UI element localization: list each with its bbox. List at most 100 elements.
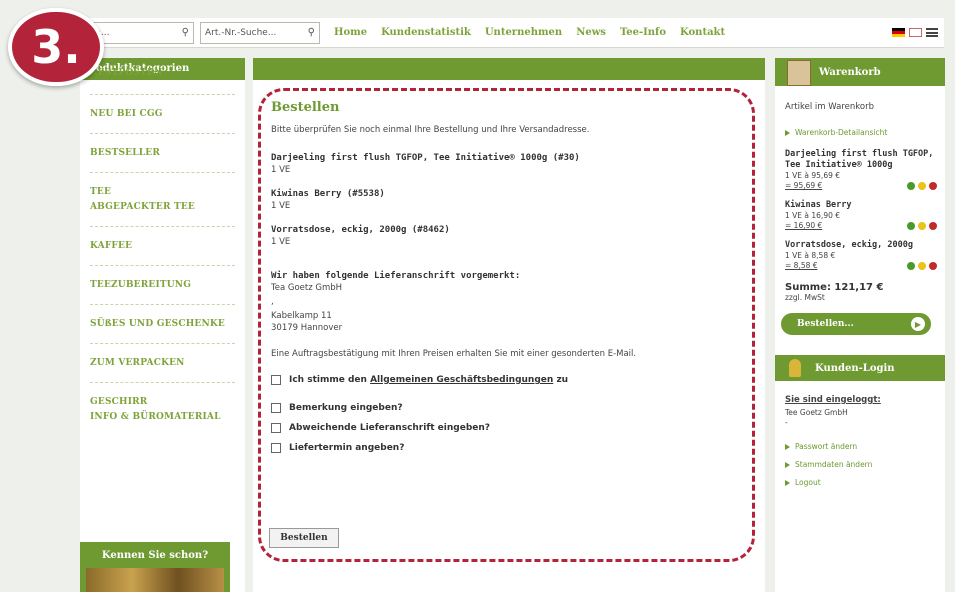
sidebar-item-new[interactable]: NEU BEI CGG [80,109,245,119]
article-search-input[interactable]: Art.-Nr.-Suche... ⚲ [200,21,320,44]
language-switcher [892,28,944,37]
agb-row: Ich stimme den Allgemeinen Geschäftsbedi… [271,375,741,385]
remark-checkbox[interactable] [271,403,281,413]
sidebar-item-packaged-tea[interactable]: ABGEPACKTER TEE [80,202,245,212]
cart-header: Warenkorb [775,58,945,86]
article-search-value: Art.-Nr.-Suche... [205,27,277,38]
cart-subtitle: Artikel im Warenkorb [785,102,874,112]
cart-item: Darjeeling first flush TGFOP, Tee Initia… [775,149,945,190]
alt-address-checkbox[interactable] [271,423,281,433]
remove-icon[interactable] [929,181,937,190]
main-header-bar [253,58,765,80]
increase-icon[interactable] [907,181,915,190]
divider [90,94,235,95]
change-master-data-link[interactable]: Stammdaten ändern [775,460,945,469]
step-badge: 3. [8,8,104,86]
cart-details-label: Warenkorb-Detailansicht [795,128,888,137]
promo-box[interactable]: Kennen Sie schon? [80,542,230,592]
order-item-name: Darjeeling first flush TGFOP, Tee Initia… [271,153,580,163]
nav-company[interactable]: Unternehmen [485,27,562,38]
divider [90,304,235,305]
sidebar-item-sweets-gifts[interactable]: SÜßES UND GESCHENKE [80,319,245,329]
confirmation-note: Eine Auftragsbestätigung mit Ihren Preis… [271,349,637,359]
address-heading: Wir haben folgende Lieferanschrift vorge… [271,271,521,281]
delivery-date-checkbox[interactable] [271,443,281,453]
submit-order-button[interactable]: Bestellen [269,528,339,548]
sidebar-item-preparation[interactable]: TEEZUBEREITUNG [80,280,245,290]
cart-item-row: = 95,69 € [775,181,945,190]
sidebar-item-coffee[interactable]: KAFFEE [80,241,245,251]
nav-customer-stats[interactable]: Kundenstatistik [381,27,471,38]
main-nav: Home Kundenstatistik Unternehmen News Te… [334,27,725,38]
german-flag-icon[interactable] [892,28,905,37]
sidebar-item-tableware[interactable]: GESCHIRR [80,397,245,407]
uk-flag-icon[interactable] [909,28,922,37]
sidebar-item-tea[interactable]: TEE [80,187,245,197]
cart-title: Warenkorb [819,66,881,78]
search-icon[interactable]: ⚲ [182,27,189,38]
login-header: Kunden-Login [775,355,945,381]
cart-item: Kiwinas Berry 1 VE à 16,90 € = 16,90 € [775,200,945,230]
nav-news[interactable]: News [576,27,606,38]
increase-icon[interactable] [907,261,915,270]
nav-contact[interactable]: Kontakt [680,27,725,38]
cart-order-label: Bestellen... [797,319,854,329]
search-icon[interactable]: ⚲ [308,27,315,38]
delivery-date-label: Liefertermin angeben? [289,443,405,453]
agb-checkbox[interactable] [271,375,281,385]
arrow-right-icon [785,443,790,450]
category-sidebar: oduktkategorien RESTPOSTEN NEU BEI CGG B… [80,58,245,592]
address-line: Kabelkamp 11 [271,311,332,321]
agb-text-post: zu [556,375,569,385]
promo-title: Kennen Sie schon? [101,550,209,561]
top-bar: chen... ⚲ Art.-Nr.-Suche... ⚲ Home Kunde… [74,18,944,48]
sidebar-item-bestseller[interactable]: BESTSELLER [80,148,245,158]
sidebar-item-office-supplies[interactable]: INFO & BÜROMATERIAL [80,412,245,422]
address-block: Wir haben folgende Lieferanschrift vorge… [271,271,741,333]
arrow-right-icon [785,129,790,136]
remark-label: Bemerkung eingeben? [289,403,403,413]
remove-icon[interactable] [929,261,937,270]
item-actions [907,261,937,270]
cart-details-link[interactable]: Warenkorb-Detailansicht [775,128,945,137]
edit-icon[interactable] [918,181,926,190]
login-user: Tee Goetz GmbH [785,408,848,417]
option-row: Abweichende Lieferanschrift eingeben? [271,423,741,433]
divider [90,382,235,383]
sidebar-item-packaging[interactable]: ZUM VERPACKEN [80,358,245,368]
agb-link[interactable]: Allgemeinen Geschäftsbedingungen [370,375,553,385]
cart-item-total: = 8,58 € [785,261,818,270]
page: 3. chen... ⚲ Art.-Nr.-Suche... ⚲ Home Ku… [0,0,955,592]
remove-icon[interactable] [929,221,937,230]
cart-item-unit: 1 VE à 95,69 € [785,171,841,180]
promo-image [86,568,224,592]
cart-item-row: = 16,90 € [775,221,945,230]
divider [90,226,235,227]
edit-icon[interactable] [918,261,926,270]
order-item: Kiwinas Berry (#5538) 1 VE [271,189,741,211]
cart-item: Vorratsdose, eckig, 2000g 1 VE à 8,58 € … [775,240,945,270]
order-item-name: Kiwinas Berry (#5538) [271,189,385,199]
option-row: Liefertermin angeben? [271,443,741,453]
cart-sum: Summe: 121,17 € [785,282,884,293]
menu-icon[interactable] [926,28,938,37]
login-title: Kunden-Login [815,362,895,374]
address-line: Tea Goetz GmbH [271,283,343,293]
login-dash: - [785,418,788,427]
change-password-link[interactable]: Passwort ändern [775,442,945,451]
option-row: Bemerkung eingeben? [271,403,741,413]
cart-order-button[interactable]: Bestellen... ▶ [781,313,931,335]
edit-icon[interactable] [918,221,926,230]
nav-tea-info[interactable]: Tee-Info [620,27,666,38]
cart-item-row: = 8,58 € [775,261,945,270]
login-status: Sie sind eingeloggt: [785,395,881,405]
play-icon: ▶ [911,317,925,331]
divider [90,265,235,266]
page-title: Bestellen [271,100,340,115]
logout-link[interactable]: Logout [775,478,945,487]
cart-item-name: Darjeeling first flush TGFOP, Tee Initia… [785,149,934,170]
increase-icon[interactable] [907,221,915,230]
nav-home[interactable]: Home [334,27,367,38]
cart-vat: zzgl. MwSt [785,293,825,302]
change-password-label: Passwort ändern [795,442,858,451]
